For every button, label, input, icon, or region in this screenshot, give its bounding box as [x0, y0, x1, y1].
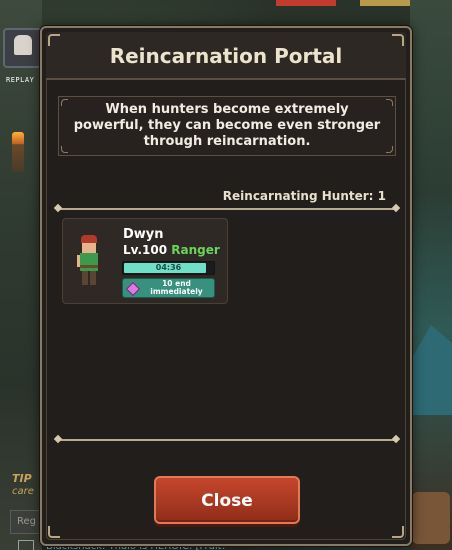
description-box: When hunters become extremely powerful, …: [58, 96, 396, 156]
hunter-card[interactable]: Dwyn Lv.100 Ranger 04:36 10 end immediat…: [62, 218, 228, 304]
chat-icon[interactable]: [18, 540, 34, 550]
top-red-banner: [276, 0, 336, 6]
hunter-portrait: [77, 235, 101, 289]
barrel-icon: [412, 492, 450, 544]
end-immediately-label: 10 end immediately: [141, 280, 212, 296]
hunter-name: Dwyn: [123, 227, 164, 242]
hunter-level-class: Lv.100 Ranger: [123, 243, 220, 257]
divider-bottom: [58, 439, 396, 441]
tip-text: care: [12, 486, 34, 497]
replay-label: REPLAY: [6, 76, 35, 84]
desc-corner: [386, 99, 393, 106]
gem-icon: [125, 281, 141, 297]
chat-input[interactable]: Reg: [10, 510, 42, 534]
corner-ornament: [48, 34, 60, 46]
tip-label: TIP: [12, 472, 32, 485]
timer-text: 04:36: [155, 263, 182, 272]
corner-ornament: [48, 526, 60, 538]
desc-corner: [61, 146, 68, 153]
modal-title: Reincarnation Portal: [109, 44, 343, 68]
corner-ornament: [392, 526, 404, 538]
desc-corner: [386, 146, 393, 153]
close-label: Close: [201, 491, 253, 511]
desc-corner: [61, 99, 68, 106]
player-avatar[interactable]: [3, 28, 43, 68]
hunter-class: Ranger: [171, 243, 220, 257]
reincarnating-count: Reincarnating Hunter: 1: [222, 189, 386, 203]
reincarnation-portal-modal: Reincarnation Portal When hunters become…: [40, 26, 412, 546]
modal-title-bar: Reincarnation Portal: [46, 32, 406, 80]
reincarnation-timer-bar: 04:36: [122, 261, 215, 275]
corner-ornament: [392, 34, 404, 46]
end-immediately-button[interactable]: 10 end immediately: [122, 278, 215, 298]
top-yellow-banner: [360, 0, 410, 6]
end-label: end immediately: [150, 279, 203, 296]
right-hud-strip: [410, 0, 452, 550]
close-button[interactable]: Close: [154, 476, 300, 524]
hunter-level: Lv.100: [123, 243, 168, 257]
torch-icon: [12, 132, 24, 172]
description-text: When hunters become extremely powerful, …: [73, 102, 381, 149]
divider-top: [58, 208, 396, 210]
chat-input-placeholder: Reg: [17, 516, 36, 527]
